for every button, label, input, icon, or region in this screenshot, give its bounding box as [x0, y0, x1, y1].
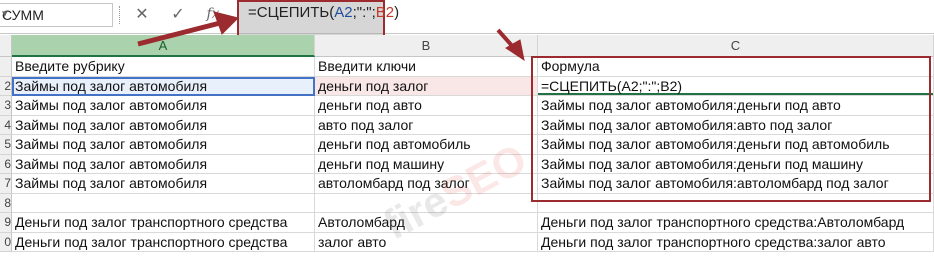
- annotation-arrows: [137, 11, 525, 62]
